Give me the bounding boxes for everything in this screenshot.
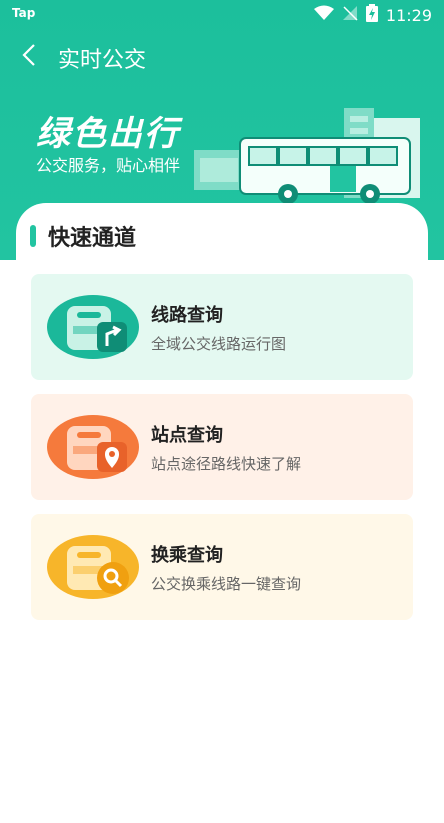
station-pin-icon bbox=[47, 412, 143, 482]
transfer-query-card[interactable]: 换乘查询 公交换乘线路一键查询 bbox=[31, 514, 413, 620]
status-icons: 11:29 bbox=[313, 4, 432, 26]
section-header: 快速通道 bbox=[30, 220, 136, 252]
no-signal-icon bbox=[342, 5, 358, 25]
wifi-icon bbox=[313, 5, 334, 25]
route-query-card[interactable]: 线路查询 全域公交线路运行图 bbox=[31, 274, 413, 380]
status-bar: Tap 11:29 bbox=[0, 0, 444, 30]
section-title: 快速通道 bbox=[48, 226, 137, 251]
battery-icon bbox=[365, 4, 378, 26]
card-description: 公交换乘线路一键查询 bbox=[151, 574, 302, 593]
route-bus-icon bbox=[47, 292, 143, 362]
card-title: 站点查询 bbox=[151, 424, 223, 446]
card-description: 全域公交线路运行图 bbox=[151, 334, 287, 353]
back-button[interactable] bbox=[14, 40, 44, 74]
station-query-card[interactable]: 站点查询 站点途径路线快速了解 bbox=[31, 394, 413, 500]
section-accent-bar bbox=[30, 225, 36, 247]
transfer-search-icon bbox=[47, 532, 143, 602]
card-title: 换乘查询 bbox=[151, 544, 223, 566]
bus-illustration bbox=[190, 100, 444, 210]
chevron-left-icon bbox=[22, 43, 36, 71]
page-title: 实时公交 bbox=[58, 48, 147, 73]
carrier-label: Tap bbox=[12, 6, 36, 20]
card-title: 线路查询 bbox=[151, 304, 223, 326]
clock: 11:29 bbox=[385, 5, 432, 25]
banner-slogan: 绿色出行 bbox=[36, 114, 180, 154]
app-header: 实时公交 bbox=[0, 32, 444, 82]
card-description: 站点途径路线快速了解 bbox=[151, 454, 302, 473]
banner-subtitle: 公交服务，贴心相伴 bbox=[36, 156, 181, 175]
